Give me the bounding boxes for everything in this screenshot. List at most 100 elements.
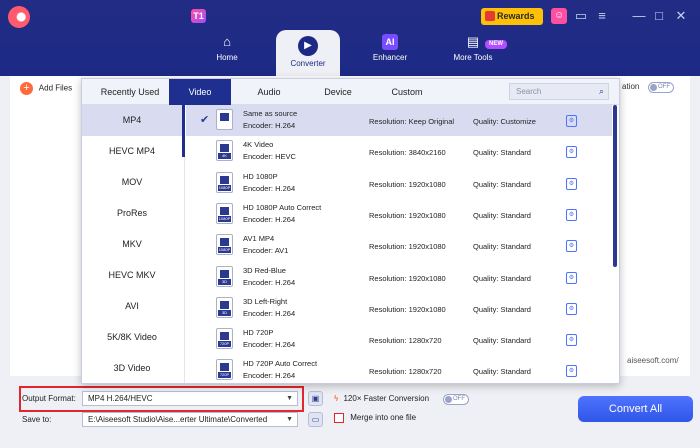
format-list-scrollbar[interactable] xyxy=(613,105,617,267)
edit-profile-icon[interactable]: ⚙ xyxy=(566,271,577,284)
format-tag: 1080P xyxy=(218,184,231,191)
file-format-icon: 4K xyxy=(216,140,233,162)
format-resolution: Resolution: 1920x1080 xyxy=(369,242,446,252)
tab-custom[interactable]: Custom xyxy=(378,79,436,105)
format-resolution: Resolution: 1920x1080 xyxy=(369,210,446,220)
menu-icon[interactable]: ≡ xyxy=(594,8,610,24)
merge-checkbox[interactable]: Merge into one file xyxy=(334,413,416,423)
category-scrollbar[interactable] xyxy=(182,105,185,157)
category-hevc-mp4[interactable]: HEVC MP4 xyxy=(82,136,182,167)
tab-video[interactable]: Video xyxy=(169,79,231,105)
format-tag: 720P xyxy=(218,341,231,348)
format-tag: 3D xyxy=(218,278,231,285)
format-tag: 1080P xyxy=(218,247,231,254)
add-files-button[interactable]: + Add Files xyxy=(20,82,72,95)
format-encoder: Encoder: H.264 xyxy=(243,308,296,318)
format-resolution: Resolution: 1280x720 xyxy=(369,367,442,377)
category-5k-8k-video[interactable]: 5K/8K Video xyxy=(82,322,182,353)
format-list: ✔ Same as source Encoder: H.264 Resoluti… xyxy=(186,105,612,383)
file-format-icon: 1080P xyxy=(216,171,233,193)
format-resolution: Resolution: 1920x1080 xyxy=(369,273,446,283)
edit-profile-icon[interactable]: ⚙ xyxy=(566,365,577,378)
nav-enhancer[interactable]: AI Enhancer xyxy=(364,30,416,76)
edit-profile-icon[interactable]: ⚙ xyxy=(566,146,577,159)
nav-home-label: Home xyxy=(216,53,238,62)
close-icon[interactable]: ✕ xyxy=(673,8,689,24)
maximize-icon[interactable]: □ xyxy=(651,8,667,24)
format-name: Same as source xyxy=(243,109,298,118)
format-settings-icon[interactable]: ▣ xyxy=(308,391,323,406)
format-quality: Quality: Standard xyxy=(473,210,531,220)
minimize-icon[interactable]: — xyxy=(631,8,647,24)
rewards-button[interactable]: Rewards xyxy=(481,8,543,25)
search-icon: ⌕ xyxy=(598,86,604,96)
format-tag: 1080P xyxy=(218,215,231,222)
hardware-acceleration: ϟ 120× Faster Conversion xyxy=(334,394,429,403)
bolt-icon: ϟ xyxy=(334,394,339,403)
tab-device[interactable]: Device xyxy=(310,79,366,105)
format-row[interactable]: 3D 3D Red-Blue Encoder: H.264 Resolution… xyxy=(186,262,612,293)
format-row[interactable]: 3D 3D Left-Right Encoder: H.264 Resoluti… xyxy=(186,293,612,324)
chevron-down-icon: ▼ xyxy=(286,416,293,423)
edit-profile-icon[interactable]: ⚙ xyxy=(566,334,577,347)
category-prores[interactable]: ProRes xyxy=(82,198,182,229)
nav-converter[interactable]: ▶ Converter xyxy=(276,30,340,76)
format-row[interactable]: 1080P AV1 MP4 Encoder: AV1 Resolution: 1… xyxy=(186,230,612,261)
format-row[interactable]: 720P HD 720P Auto Correct Encoder: H.264… xyxy=(186,355,612,383)
convert-all-button[interactable]: Convert All xyxy=(578,396,693,422)
tab-recently-used[interactable]: Recently Used xyxy=(90,79,170,105)
format-row[interactable]: 1080P HD 1080P Auto Correct Encoder: H.2… xyxy=(186,199,612,230)
edit-profile-icon[interactable]: ⚙ xyxy=(566,177,577,190)
new-tag: NEW xyxy=(485,40,507,49)
file-format-icon xyxy=(216,109,233,130)
category-mp4[interactable]: MP4 xyxy=(82,105,182,136)
edit-profile-icon[interactable]: ⚙ xyxy=(566,115,577,127)
format-popup: Recently Used Video Audio Device Custom … xyxy=(81,78,620,384)
format-row[interactable]: 720P HD 720P Encoder: H.264 Resolution: … xyxy=(186,324,612,355)
category-mov[interactable]: MOV xyxy=(82,167,182,198)
format-tag: 3D xyxy=(218,309,231,316)
app-window: T1 Rewards ☺ ▭ ≡ — □ ✕ ⌂ Home ▶ Converte… xyxy=(0,0,700,448)
category-avi[interactable]: AVI xyxy=(82,291,182,322)
accel-toggle[interactable]: OFF xyxy=(443,394,469,405)
website-link[interactable]: aiseesoft.com/ xyxy=(627,356,679,365)
rewards-label: Rewards xyxy=(497,11,535,21)
gift-icon xyxy=(485,11,495,21)
folder-icon[interactable]: ▭ xyxy=(308,412,323,427)
format-resolution: Resolution: Keep Original xyxy=(369,117,455,126)
format-tag: 4K xyxy=(218,153,231,160)
format-row[interactable]: 4K 4K Video Encoder: HEVC Resolution: 38… xyxy=(186,136,612,167)
format-name: HD 1080P Auto Correct xyxy=(243,202,322,212)
category-mkv[interactable]: MKV xyxy=(82,229,182,260)
app-logo-icon xyxy=(8,6,30,28)
format-row[interactable]: ✔ Same as source Encoder: H.264 Resoluti… xyxy=(186,105,612,137)
format-resolution: Resolution: 1280x720 xyxy=(369,336,442,346)
user-icon[interactable]: ☺ xyxy=(551,8,567,24)
nav-more-tools-label: More Tools xyxy=(453,53,493,62)
edit-profile-icon[interactable]: ⚙ xyxy=(566,240,577,253)
format-encoder: Encoder: H.264 xyxy=(243,214,296,224)
nav-home[interactable]: ⌂ Home xyxy=(203,30,251,76)
category-3d-video[interactable]: 3D Video xyxy=(82,353,182,383)
format-quality: Quality: Standard xyxy=(473,242,531,252)
edit-profile-icon[interactable]: ⚙ xyxy=(566,302,577,315)
format-row[interactable]: 1080P HD 1080P Encoder: H.264 Resolution… xyxy=(186,168,612,199)
format-encoder: Encoder: H.264 xyxy=(243,277,296,287)
tab-audio[interactable]: Audio xyxy=(242,79,296,105)
search-input[interactable]: Search ⌕ xyxy=(509,83,609,100)
format-encoder: Encoder: H.264 xyxy=(243,371,296,381)
t1-badge[interactable]: T1 xyxy=(191,9,206,23)
nav-more-tools[interactable]: ▤ More Tools xyxy=(446,30,500,76)
format-resolution: Resolution: 1920x1080 xyxy=(369,304,446,314)
format-resolution: Resolution: 3840x2160 xyxy=(369,148,446,158)
edit-profile-icon[interactable]: ⚙ xyxy=(566,208,577,221)
save-to-value: E:\Aiseesoft Studio\Aise...erter Ultimat… xyxy=(88,415,268,424)
chat-icon[interactable]: ▭ xyxy=(573,8,589,24)
merge-toggle[interactable]: OFF xyxy=(648,82,674,93)
category-hevc-mkv[interactable]: HEVC MKV xyxy=(82,260,182,291)
highlight-box xyxy=(19,386,304,412)
save-to-select[interactable]: E:\Aiseesoft Studio\Aise...erter Ultimat… xyxy=(82,412,298,427)
save-to-label: Save to: xyxy=(22,415,52,424)
file-format-icon: 3D xyxy=(216,265,233,287)
format-name: HD 720P Auto Correct xyxy=(243,359,318,369)
